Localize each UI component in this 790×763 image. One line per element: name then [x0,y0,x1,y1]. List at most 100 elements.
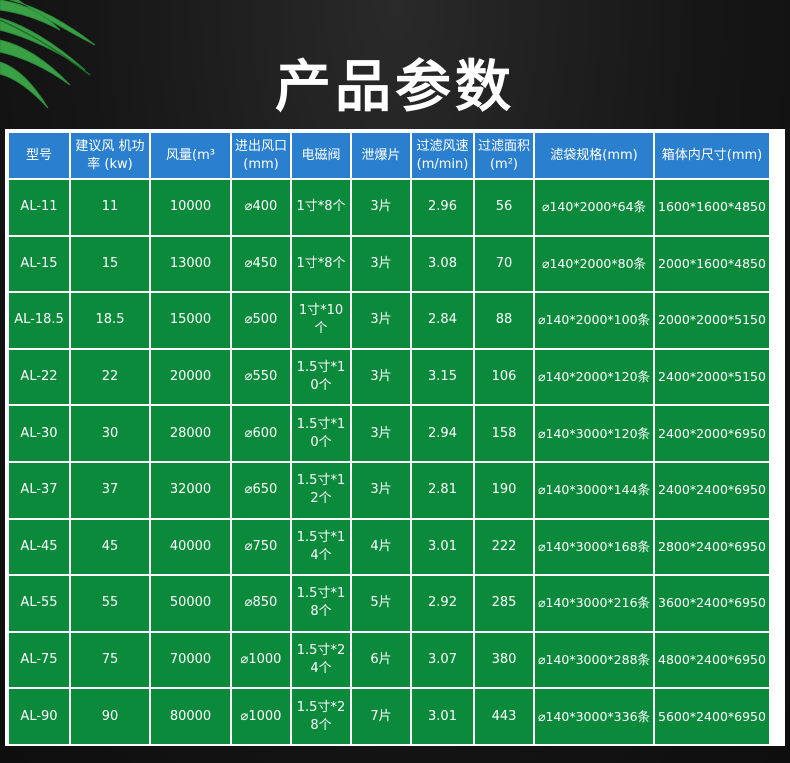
cell-air-volume: 32000 [151,462,230,518]
header-solenoid-valve: 电磁阀 [292,133,350,178]
header-filter-area: 过滤面积(m²) [475,133,533,178]
table-row: AL-90 90 80000 ⌀1000 1.5寸*28个 7片 3.01 443 ⌀140*3… [9,689,769,744]
cell-solenoid-valve: 1寸*8个 [292,236,350,292]
cell-solenoid-valve: 1.5寸*18个 [292,576,350,631]
cell-filter-area: 190 [475,462,533,518]
cell-model: AL-37 [9,462,69,518]
cell-fan-power: 75 [71,632,149,688]
header-filter-speed: 过滤风速(m/min) [412,133,473,178]
cell-bag-spec: ⌀140*3000*144条 [535,462,653,518]
page-title: 产品参数 [275,55,515,120]
cell-air-volume: 10000 [151,180,230,235]
cell-explosion-vent: 4片 [352,519,410,575]
cell-inlet-outlet: ⌀500 [232,293,290,348]
cell-model: AL-30 [9,406,69,461]
cell-air-volume: 28000 [151,406,230,461]
cell-inlet-outlet: ⌀550 [232,349,290,405]
cell-inlet-outlet: ⌀400 [232,180,290,235]
cell-filter-area: 222 [475,519,533,575]
cell-solenoid-valve: 1.5寸*10个 [292,406,350,461]
header-fan-power: 建议风 机功率 (kw) [71,133,149,178]
cell-box-size: 2000*2000*5150 [655,293,769,348]
cell-box-size: 2400*2400*6950 [655,462,769,518]
cell-solenoid-valve: 1.5寸*12个 [292,462,350,518]
cell-filter-speed: 3.07 [412,632,473,688]
cell-model: AL-75 [9,632,69,688]
cell-bag-spec: ⌀140*3000*120条 [535,406,653,461]
cell-inlet-outlet: ⌀750 [232,519,290,575]
cell-fan-power: 11 [71,180,149,235]
cell-bag-spec: ⌀140*3000*288条 [535,632,653,688]
table-row: AL-30 30 28000 ⌀600 1.5寸*10个 3片 2.94 158 ⌀140*30… [9,406,769,461]
cell-filter-speed: 3.08 [412,236,473,292]
cell-bag-spec: ⌀140*3000*216条 [535,576,653,631]
cell-filter-speed: 2.84 [412,293,473,348]
table-row: AL-18.5 18.5 15000 ⌀500 1寸*10个 3片 2.84 88 ⌀140*2… [9,293,769,348]
cell-filter-speed: 2.96 [412,180,473,235]
cell-air-volume: 40000 [151,519,230,575]
cell-filter-area: 380 [475,632,533,688]
cell-fan-power: 30 [71,406,149,461]
cell-explosion-vent: 3片 [352,406,410,461]
cell-filter-area: 106 [475,349,533,405]
cell-fan-power: 15 [71,236,149,292]
cell-fan-power: 22 [71,349,149,405]
cell-box-size: 2400*2000*6950 [655,406,769,461]
cell-fan-power: 18.5 [71,293,149,348]
table-row: AL-37 37 32000 ⌀650 1.5寸*12个 3片 2.81 190 ⌀140*30… [9,462,769,518]
cell-filter-area: 88 [475,293,533,348]
cell-inlet-outlet: ⌀1000 [232,689,290,744]
spec-table: 型号 建议风 机功率 (kw) 风量(m³ 进出风口(mm) 电磁阀 泄爆片 过… [7,131,771,746]
cell-model: AL-22 [9,349,69,405]
table-header-row: 型号 建议风 机功率 (kw) 风量(m³ 进出风口(mm) 电磁阀 泄爆片 过… [9,133,769,178]
cell-bag-spec: ⌀140*2000*100条 [535,293,653,348]
cell-solenoid-valve: 1.5寸*14个 [292,519,350,575]
cell-box-size: 2000*1600*4850 [655,236,769,292]
cell-air-volume: 20000 [151,349,230,405]
cell-box-size: 1600*1600*4850 [655,180,769,235]
cell-air-volume: 50000 [151,576,230,631]
cell-model: AL-90 [9,689,69,744]
cell-filter-speed: 3.15 [412,349,473,405]
cell-bag-spec: ⌀140*2000*80条 [535,236,653,292]
cell-fan-power: 90 [71,689,149,744]
cell-filter-area: 285 [475,576,533,631]
cell-solenoid-valve: 1寸*10个 [292,293,350,348]
table-row: AL-75 75 70000 ⌀1000 1.5寸*24个 6片 3.07 380 ⌀140*3… [9,632,769,688]
cell-solenoid-valve: 1.5寸*24个 [292,632,350,688]
table-row: AL-45 45 40000 ⌀750 1.5寸*14个 4片 3.01 222 ⌀140*30… [9,519,769,575]
cell-bag-spec: ⌀140*2000*64条 [535,180,653,235]
cell-inlet-outlet: ⌀850 [232,576,290,631]
cell-fan-power: 55 [71,576,149,631]
cell-model: AL-55 [9,576,69,631]
table-row: AL-15 15 13000 ⌀450 1寸*8个 3片 3.08 70 ⌀140*2000*8… [9,236,769,292]
cell-box-size: 2800*2400*6950 [655,519,769,575]
cell-inlet-outlet: ⌀1000 [232,632,290,688]
cell-box-size: 4800*2400*6950 [655,632,769,688]
cell-inlet-outlet: ⌀600 [232,406,290,461]
spec-table-frame: 型号 建议风 机功率 (kw) 风量(m³ 进出风口(mm) 电磁阀 泄爆片 过… [5,129,785,746]
cell-explosion-vent: 5片 [352,576,410,631]
cell-filter-area: 56 [475,180,533,235]
cell-fan-power: 37 [71,462,149,518]
cell-bag-spec: ⌀140*2000*120条 [535,349,653,405]
header-bag-spec: 滤袋规格(mm) [535,133,653,178]
cell-air-volume: 70000 [151,632,230,688]
cell-explosion-vent: 3片 [352,462,410,518]
cell-inlet-outlet: ⌀650 [232,462,290,518]
cell-explosion-vent: 6片 [352,632,410,688]
cell-solenoid-valve: 1.5寸*28个 [292,689,350,744]
cell-solenoid-valve: 1寸*8个 [292,180,350,235]
cell-air-volume: 80000 [151,689,230,744]
cell-model: AL-45 [9,519,69,575]
cell-filter-speed: 2.94 [412,406,473,461]
cell-model: AL-11 [9,180,69,235]
cell-model: AL-18.5 [9,293,69,348]
cell-filter-speed: 2.81 [412,462,473,518]
cell-box-size: 3600*2400*6950 [655,576,769,631]
header-inlet-outlet: 进出风口(mm) [232,133,290,178]
cell-fan-power: 45 [71,519,149,575]
cell-filter-area: 443 [475,689,533,744]
cell-bag-spec: ⌀140*3000*168条 [535,519,653,575]
cell-solenoid-valve: 1.5寸*10个 [292,349,350,405]
